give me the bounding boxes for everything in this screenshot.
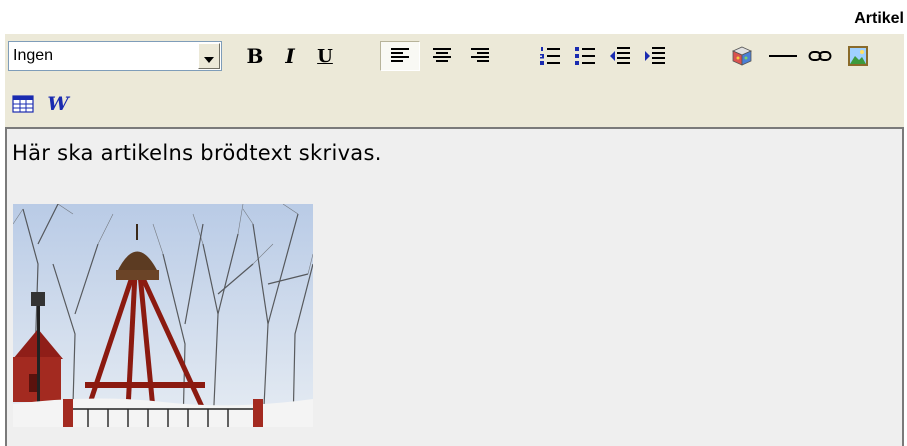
paste-from-word-button[interactable]: W	[43, 89, 73, 119]
insert-table-button[interactable]	[8, 89, 38, 119]
horizontal-rule-button[interactable]	[765, 41, 801, 71]
cube-object-icon	[732, 46, 752, 66]
editor-content-area[interactable]: Här ska artikelns brödtext skrivas.	[5, 127, 904, 446]
bold-button[interactable]: B	[240, 41, 270, 71]
bulleted-list-icon	[575, 47, 595, 65]
align-left-button[interactable]	[380, 41, 420, 71]
align-center-icon	[433, 48, 451, 62]
indent-button[interactable]	[640, 41, 670, 71]
align-left-icon	[391, 48, 409, 62]
word-icon: W	[47, 93, 69, 115]
numbered-list-button[interactable]	[535, 41, 565, 71]
indent-icon	[645, 47, 665, 64]
underline-icon: U	[317, 45, 333, 67]
outdent-icon	[610, 47, 630, 64]
italic-icon: I	[285, 44, 295, 68]
section-title: Artikel	[854, 10, 904, 27]
bold-icon: B	[246, 44, 264, 68]
align-right-button[interactable]	[465, 41, 495, 71]
insert-link-button[interactable]	[805, 41, 835, 71]
table-icon	[12, 95, 34, 113]
insert-image-button[interactable]	[843, 41, 873, 71]
chain-link-icon	[808, 51, 832, 61]
editor-toolbar: Ingen B I U W	[5, 34, 904, 127]
chevron-down-icon[interactable]	[198, 43, 220, 69]
insert-object-button[interactable]	[727, 41, 757, 71]
bell-tower-photo	[13, 204, 313, 427]
numbered-list-icon	[540, 47, 560, 65]
format-select-value: Ingen	[13, 47, 54, 64]
image-icon	[848, 46, 868, 66]
horizontal-rule-icon	[769, 55, 797, 57]
format-select[interactable]: Ingen	[8, 41, 222, 71]
editor-body-text[interactable]: Här ska artikelns brödtext skrivas.	[12, 141, 382, 165]
align-right-icon	[471, 48, 489, 62]
underline-button[interactable]: U	[310, 41, 340, 71]
outdent-button[interactable]	[605, 41, 635, 71]
italic-button[interactable]: I	[275, 41, 305, 71]
embedded-photo[interactable]	[13, 204, 313, 427]
align-center-button[interactable]	[427, 41, 457, 71]
bulleted-list-button[interactable]	[570, 41, 600, 71]
